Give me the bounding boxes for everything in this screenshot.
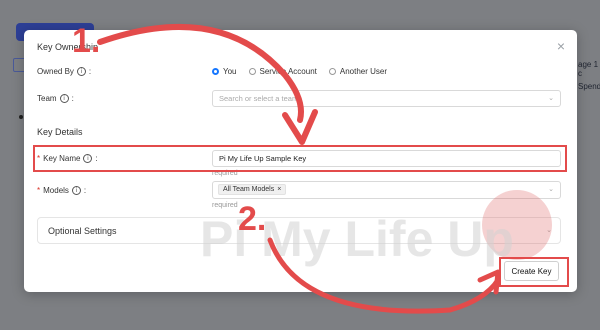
tutorial-overlay: Pi My Life Up 1. 2. <box>0 0 600 330</box>
step-1-number: 1. <box>72 22 101 60</box>
arrow-step1 <box>97 24 304 123</box>
step-2-number: 2. <box>238 200 267 238</box>
arrow-step2 <box>267 237 501 314</box>
